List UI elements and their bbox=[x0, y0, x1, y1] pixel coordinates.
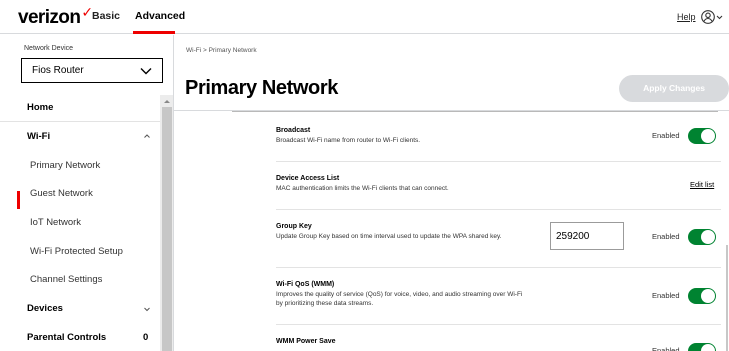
toggle-knob bbox=[701, 289, 715, 303]
group-key-toggle[interactable] bbox=[688, 229, 716, 245]
verizon-logo[interactable]: verizon✓ bbox=[18, 4, 93, 29]
user-account-icon[interactable] bbox=[701, 9, 723, 25]
active-item-indicator bbox=[17, 191, 20, 209]
sidebar-scroll-thumb[interactable] bbox=[162, 107, 172, 351]
broadcast-state: Enabled bbox=[652, 131, 680, 140]
setting-title: Group Key bbox=[276, 223, 312, 230]
setting-title: WMM Power Save bbox=[276, 338, 336, 345]
setting-description: Update Group Key based on time interval … bbox=[276, 233, 502, 240]
chevron-down-icon[interactable] bbox=[143, 305, 151, 313]
sidebar-divider bbox=[0, 121, 160, 122]
top-bar: verizon✓ Basic Advanced Help bbox=[0, 0, 729, 34]
wmm-power-save-state: Enabled bbox=[652, 346, 680, 351]
toggle-knob bbox=[701, 344, 715, 351]
parental-controls-count: 0 bbox=[143, 332, 149, 343]
breadcrumb[interactable]: Wi-Fi > Primary Network bbox=[186, 47, 257, 54]
setting-device-access-list: Device Access List MAC authentication li… bbox=[276, 175, 721, 193]
help-link[interactable]: Help bbox=[677, 12, 696, 22]
sidebar-item-primary-network[interactable]: Primary Network bbox=[30, 160, 100, 171]
sidebar-item-wps[interactable]: Wi-Fi Protected Setup bbox=[30, 246, 123, 257]
sidebar-item-parental-controls[interactable]: Parental Controls bbox=[27, 332, 106, 343]
sidebar-item-home[interactable]: Home bbox=[27, 102, 53, 113]
content-top-border bbox=[232, 111, 718, 112]
sidebar-item-devices[interactable]: Devices bbox=[27, 303, 63, 314]
toggle-knob bbox=[701, 230, 715, 244]
wmm-toggle[interactable] bbox=[688, 288, 716, 304]
row-divider bbox=[276, 324, 721, 325]
nav-basic-tab[interactable]: Basic bbox=[92, 10, 120, 22]
apply-changes-button[interactable]: Apply Changes bbox=[619, 75, 729, 102]
sidebar-item-channel-settings[interactable]: Channel Settings bbox=[30, 274, 102, 285]
chevron-down-icon bbox=[140, 68, 152, 75]
sidebar: Network Device Fios Router Home Wi-Fi Pr… bbox=[0, 35, 174, 351]
scroll-up-arrow-icon[interactable] bbox=[163, 97, 171, 105]
network-device-label: Network Device bbox=[24, 45, 74, 52]
active-tab-indicator bbox=[133, 31, 175, 34]
row-divider bbox=[276, 209, 721, 210]
wmm-power-save-toggle[interactable] bbox=[688, 343, 716, 351]
sidebar-item-iot-network[interactable]: IoT Network bbox=[30, 217, 81, 228]
broadcast-toggle[interactable] bbox=[688, 128, 716, 144]
group-key-state: Enabled bbox=[652, 232, 680, 241]
group-key-interval-input[interactable]: 259200 bbox=[550, 222, 624, 250]
nav-advanced-tab[interactable]: Advanced bbox=[135, 10, 185, 22]
toggle-knob bbox=[701, 129, 715, 143]
setting-description: Improves the quality of service (QoS) fo… bbox=[276, 291, 523, 307]
row-divider bbox=[276, 267, 721, 268]
setting-description: MAC authentication limits the Wi-Fi clie… bbox=[276, 185, 449, 192]
network-device-value: Fios Router bbox=[32, 65, 84, 76]
edit-list-link[interactable]: Edit list bbox=[690, 180, 714, 189]
setting-title: Device Access List bbox=[276, 175, 340, 182]
wmm-state: Enabled bbox=[652, 291, 680, 300]
setting-title: Wi-Fi QoS (WMM) bbox=[276, 281, 335, 288]
main-scrollbar[interactable] bbox=[726, 245, 728, 351]
row-divider bbox=[276, 161, 721, 162]
setting-wmm-power-save: WMM Power Save bbox=[276, 338, 721, 345]
page-title: Primary Network bbox=[185, 77, 338, 99]
sidebar-item-guest-network[interactable]: Guest Network bbox=[30, 188, 93, 199]
sidebar-item-wifi[interactable]: Wi-Fi bbox=[27, 131, 50, 142]
chevron-up-icon[interactable] bbox=[143, 132, 151, 140]
setting-description: Broadcast Wi-Fi name from router to Wi-F… bbox=[276, 137, 421, 144]
network-device-select[interactable]: Fios Router bbox=[21, 58, 163, 83]
